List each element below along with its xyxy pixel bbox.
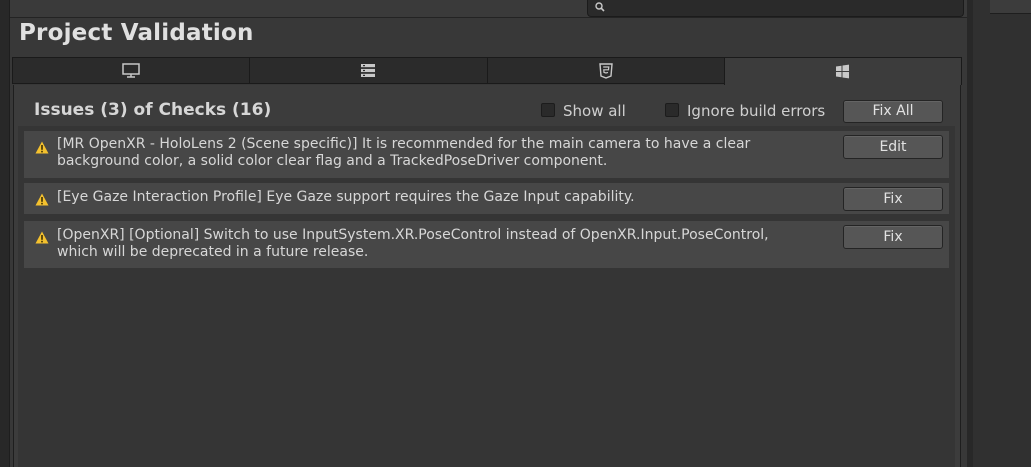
page-title: Project Validation: [19, 20, 254, 46]
issue-message-line: [OpenXR] [Optional] Switch to use InputS…: [57, 227, 769, 243]
warning-icon: [35, 193, 49, 206]
fix-button[interactable]: Fix: [843, 225, 943, 249]
search-icon: [595, 2, 605, 12]
html5-icon: [598, 62, 613, 79]
tab-windows[interactable]: [723, 57, 962, 85]
vertical-scrollbar[interactable]: [967, 0, 973, 467]
ignore-build-errors-checkbox[interactable]: [665, 103, 679, 117]
show-all-label: Show all: [563, 102, 626, 120]
tab-standalone[interactable]: [12, 57, 250, 84]
issue-message-line: which will be deprecated in a future rel…: [57, 244, 369, 260]
left-panel-edge: [0, 0, 10, 467]
issue-message: [MR OpenXR - HoloLens 2 (Scene specific)…: [57, 136, 827, 170]
fix-button[interactable]: Fix: [843, 187, 943, 211]
edit-button[interactable]: Edit: [843, 135, 943, 159]
server-icon: [361, 64, 376, 77]
issue-message: [Eye Gaze Interaction Profile] Eye Gaze …: [57, 189, 827, 206]
show-all-checkbox[interactable]: [541, 103, 555, 117]
list-item: [OpenXR] [Optional] Switch to use InputS…: [24, 221, 949, 268]
windows-icon: [836, 64, 850, 79]
issue-message-line: background color, a solid color clear fl…: [57, 153, 608, 169]
ignore-build-errors-label: Ignore build errors: [687, 102, 826, 120]
list-item: [MR OpenXR - HoloLens 2 (Scene specific)…: [24, 131, 949, 178]
issue-message: [OpenXR] [Optional] Switch to use InputS…: [57, 227, 827, 261]
issue-message-line: [MR OpenXR - HoloLens 2 (Scene specific)…: [57, 136, 751, 152]
warning-icon: [35, 141, 49, 154]
right-panel: [967, 0, 1031, 467]
issues-summary: Issues (3) of Checks (16): [34, 100, 272, 120]
warning-icon: [35, 231, 49, 244]
tab-webgl[interactable]: [486, 57, 724, 84]
list-item: [Eye Gaze Interaction Profile] Eye Gaze …: [24, 183, 949, 214]
tab-server[interactable]: [249, 57, 487, 84]
right-panel-header: [990, 0, 1031, 14]
issue-message-line: [Eye Gaze Interaction Profile] Eye Gaze …: [57, 189, 635, 205]
monitor-icon: [122, 63, 140, 78]
platform-tabs: [12, 57, 962, 85]
fix-all-button[interactable]: Fix All: [843, 100, 943, 123]
search-input[interactable]: [587, 0, 964, 17]
